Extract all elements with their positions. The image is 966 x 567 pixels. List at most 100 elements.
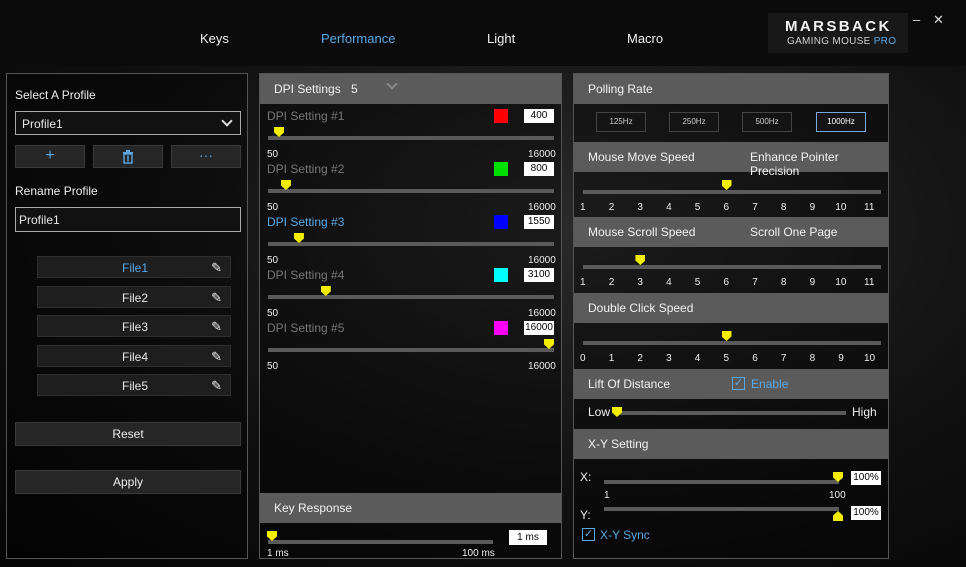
- dpi-color-swatch[interactable]: [494, 162, 508, 176]
- scroll-speed-thumb[interactable]: [635, 255, 646, 265]
- reset-button[interactable]: Reset: [15, 422, 241, 446]
- move-speed-title: Mouse Move Speed: [588, 150, 695, 164]
- enhance-pointer-precision-label[interactable]: Enhance Pointer Precision: [750, 150, 888, 178]
- dpi-slider-track[interactable]: [268, 242, 554, 246]
- lod-high-label: High: [852, 405, 877, 419]
- chevron-down-icon: [221, 115, 233, 127]
- lod-slider[interactable]: [616, 411, 846, 415]
- x-value[interactable]: 100%: [851, 471, 881, 485]
- lod-enable-label[interactable]: Enable: [751, 377, 788, 391]
- dpi-max-label: 16000: [528, 308, 556, 319]
- key-response-slider[interactable]: [268, 540, 493, 544]
- tick-label: 5: [723, 353, 730, 364]
- dpi-max-label: 16000: [528, 255, 556, 266]
- polling-option-125hz[interactable]: 125Hz: [596, 112, 646, 132]
- rename-profile-label: Rename Profile: [15, 184, 98, 198]
- key-response-header: Key Response: [260, 493, 561, 523]
- add-profile-button[interactable]: +: [15, 145, 85, 168]
- file-item-label: File4: [121, 349, 148, 364]
- file-item[interactable]: File1 ✎: [37, 256, 231, 278]
- edit-pencil-icon[interactable]: ✎: [211, 378, 222, 394]
- tick-label: 6: [723, 202, 730, 213]
- move-speed-thumb[interactable]: [721, 180, 732, 190]
- move-speed-track[interactable]: [583, 190, 881, 194]
- chevron-down-icon[interactable]: [386, 78, 398, 90]
- dpi-setting-label[interactable]: DPI Setting #1: [267, 109, 344, 123]
- y-thumb[interactable]: [833, 511, 843, 521]
- polling-option-250hz[interactable]: 250Hz: [669, 112, 719, 132]
- lod-title: Lift Of Distance: [588, 377, 671, 391]
- dpi-color-swatch[interactable]: [494, 109, 508, 123]
- tab-performance[interactable]: Performance: [321, 31, 395, 46]
- dpi-setting-label[interactable]: DPI Setting #3: [267, 215, 344, 229]
- edit-pencil-icon[interactable]: ✎: [211, 290, 222, 306]
- select-profile-label: Select A Profile: [15, 88, 96, 102]
- profile-select[interactable]: Profile1: [15, 111, 241, 135]
- file-item[interactable]: File5 ✎: [37, 374, 231, 396]
- dpi-slider-track[interactable]: [268, 189, 554, 193]
- dpi-slider-track[interactable]: [268, 295, 554, 299]
- scroll-speed-track[interactable]: [583, 265, 881, 269]
- dpi-min-label: 50: [267, 255, 279, 266]
- move-speed-header: Mouse Move Speed Enhance Pointer Precisi…: [574, 142, 888, 178]
- double-click-track[interactable]: [583, 341, 881, 345]
- brand-subtitle: GAMING MOUSE PRO: [787, 36, 897, 47]
- dpi-slider-track[interactable]: [268, 136, 554, 140]
- file-item[interactable]: File3 ✎: [37, 315, 231, 337]
- dpi-value-input[interactable]: 800: [524, 162, 554, 176]
- dpi-setting-label[interactable]: DPI Setting #4: [267, 268, 344, 282]
- xy-sync-label[interactable]: X-Y Sync: [600, 528, 650, 542]
- tick-label: 9: [809, 277, 816, 288]
- lod-header: Lift Of Distance ✓ Enable: [574, 369, 888, 399]
- more-options-button[interactable]: ···: [171, 145, 241, 168]
- dpi-value-input[interactable]: 3100: [524, 268, 554, 282]
- scroll-one-page-label[interactable]: Scroll One Page: [750, 225, 837, 239]
- tick-label: 7: [752, 202, 758, 213]
- dpi-color-swatch[interactable]: [494, 321, 508, 335]
- tab-keys[interactable]: Keys: [200, 31, 229, 46]
- close-button[interactable]: ✕: [933, 12, 944, 28]
- edit-pencil-icon[interactable]: ✎: [211, 260, 222, 276]
- rename-profile-input[interactable]: Profile1: [15, 207, 241, 232]
- dpi-slider-track[interactable]: [268, 348, 554, 352]
- key-response-value[interactable]: 1 ms: [509, 530, 547, 545]
- x-label: X:: [580, 470, 592, 484]
- polling-header: Polling Rate: [574, 74, 888, 104]
- tick-label: 6: [723, 277, 730, 288]
- x-slider[interactable]: [604, 480, 839, 484]
- xy-min: 1: [604, 490, 610, 501]
- scroll-speed-title: Mouse Scroll Speed: [588, 225, 696, 239]
- apply-button[interactable]: Apply: [15, 470, 241, 494]
- dpi-count[interactable]: 5: [351, 82, 358, 96]
- top-bar: Keys Performance Light Macro MARSBACK GA…: [0, 0, 966, 66]
- file-item[interactable]: File4 ✎: [37, 344, 231, 367]
- dpi-value-input[interactable]: 1550: [524, 215, 554, 229]
- file-item[interactable]: File2 ✎: [37, 285, 231, 308]
- tick-label: 5: [694, 277, 701, 288]
- dpi-value-input[interactable]: 16000: [524, 321, 554, 335]
- dpi-setting-label[interactable]: DPI Setting #2: [267, 162, 344, 176]
- tick-label: 6: [752, 353, 758, 364]
- y-slider[interactable]: [604, 507, 839, 511]
- key-response-min: 1 ms: [267, 548, 289, 559]
- tab-macro[interactable]: Macro: [627, 31, 663, 46]
- lod-enable-checkbox[interactable]: ✓: [732, 377, 745, 390]
- edit-pencil-icon[interactable]: ✎: [211, 349, 222, 365]
- double-click-thumb[interactable]: [721, 331, 732, 341]
- dpi-setting-label[interactable]: DPI Setting #5: [267, 321, 344, 335]
- edit-pencil-icon[interactable]: ✎: [211, 319, 222, 335]
- xy-sync-checkbox[interactable]: ✓: [582, 528, 595, 541]
- tick-label: 2: [637, 353, 643, 364]
- dpi-color-swatch[interactable]: [494, 215, 508, 229]
- lod-thumb[interactable]: [612, 407, 622, 417]
- y-value[interactable]: 100%: [851, 506, 881, 520]
- dpi-header: DPI Settings 5: [260, 74, 561, 104]
- delete-profile-button[interactable]: [93, 145, 163, 168]
- tab-light[interactable]: Light: [487, 31, 515, 46]
- dpi-max-label: 16000: [528, 149, 556, 160]
- dpi-color-swatch[interactable]: [494, 268, 508, 282]
- polling-option-500hz[interactable]: 500Hz: [742, 112, 792, 132]
- minimize-button[interactable]: –: [913, 12, 920, 27]
- dpi-value-input[interactable]: 400: [524, 109, 554, 123]
- polling-option-1000hz[interactable]: 1000Hz: [816, 112, 866, 132]
